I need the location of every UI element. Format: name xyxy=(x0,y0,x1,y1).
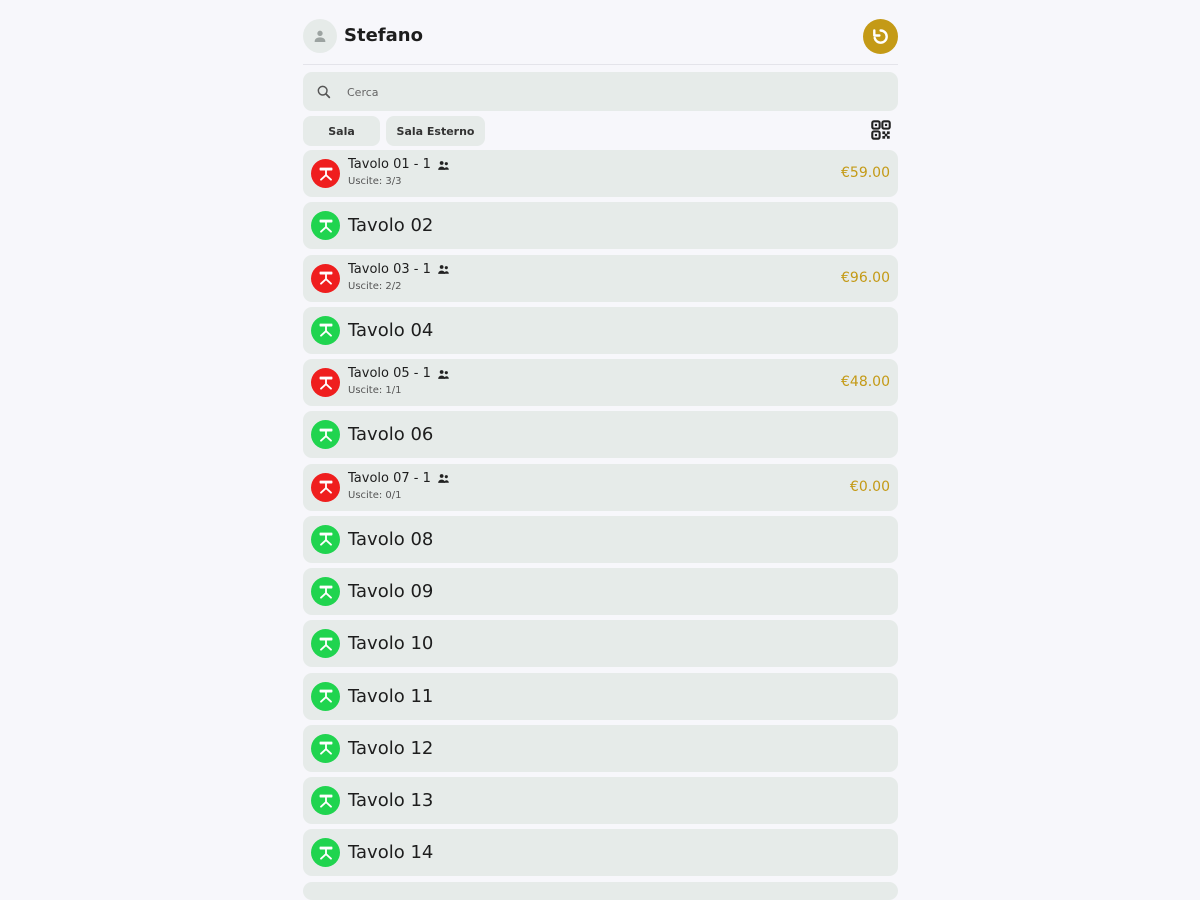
table-list: Tavolo 01 - 1 Uscite: 3/3 €59.00 Tavolo … xyxy=(303,150,898,900)
table-row[interactable]: Tavolo 08 xyxy=(303,515,898,563)
free-table-icon xyxy=(311,524,340,554)
user-icon xyxy=(314,30,326,42)
tables-screen: Stefano Sala Sala Esterno xyxy=(303,0,898,900)
occupied-table-icon xyxy=(311,263,340,293)
table-title: Tavolo 01 - 1 xyxy=(348,156,451,174)
courses-status: Uscite: 0/1 xyxy=(348,489,402,501)
table-row[interactable]: Tavolo 09 xyxy=(303,568,898,615)
table-row[interactable]: Tavolo 05 - 1 Uscite: 1/1 €48.00 xyxy=(303,359,898,406)
table-name: Tavolo 11 xyxy=(348,685,434,707)
search-bar[interactable] xyxy=(303,72,898,111)
app-header: Stefano xyxy=(303,0,898,65)
table-name: Tavolo 06 xyxy=(348,424,434,446)
search-icon xyxy=(317,85,331,99)
table-name: Tavolo 02 xyxy=(348,215,434,237)
table-amount: €96.00 xyxy=(841,269,890,286)
room-tab-sala-esterno[interactable]: Sala Esterno xyxy=(386,116,485,146)
table-row[interactable]: Tavolo 12 xyxy=(303,724,898,772)
table-row[interactable]: Tavolo 07 - 1 Uscite: 0/1 €0.00 xyxy=(303,463,898,511)
qr-code-icon[interactable] xyxy=(870,119,892,141)
courses-status: Uscite: 1/1 xyxy=(348,385,402,396)
table-title-text: Tavolo 03 - 1 xyxy=(348,261,431,277)
table-name: Tavolo 04 xyxy=(348,319,434,341)
user-name: Stefano xyxy=(344,25,423,46)
people-icon xyxy=(438,265,449,274)
table-name: Tavolo 08 xyxy=(348,528,434,550)
table-row[interactable]: Tavolo 02 xyxy=(303,202,898,250)
table-row xyxy=(303,881,898,900)
courses-status: Uscite: 3/3 xyxy=(348,176,402,187)
table-title: Tavolo 03 - 1 xyxy=(348,261,451,279)
table-title-text: Tavolo 05 - 1 xyxy=(348,366,431,381)
table-title-text: Tavolo 01 - 1 xyxy=(348,157,431,172)
free-table-icon xyxy=(311,681,340,711)
refresh-button[interactable] xyxy=(863,19,898,54)
table-row[interactable]: Tavolo 01 - 1 Uscite: 3/3 €59.00 xyxy=(303,150,898,197)
table-name: Tavolo 14 xyxy=(348,842,434,864)
table-row[interactable]: Tavolo 11 xyxy=(303,672,898,720)
table-amount: €0.00 xyxy=(849,478,890,495)
table-title-text: Tavolo 07 - 1 xyxy=(348,470,431,486)
occupied-table-icon xyxy=(311,159,340,188)
room-tab-sala[interactable]: Sala xyxy=(303,116,380,146)
table-amount: €48.00 xyxy=(841,374,890,390)
table-title: Tavolo 07 - 1 xyxy=(348,470,451,488)
table-row[interactable]: Tavolo 14 xyxy=(303,829,898,877)
people-icon xyxy=(438,474,449,483)
table-name: Tavolo 12 xyxy=(348,737,434,759)
search-input[interactable] xyxy=(345,81,879,104)
table-row[interactable]: Tavolo 06 xyxy=(303,411,898,459)
table-title: Tavolo 05 - 1 xyxy=(348,365,451,383)
table-amount: €59.00 xyxy=(841,165,890,181)
table-row[interactable]: Tavolo 13 xyxy=(303,777,898,824)
free-table-icon xyxy=(311,629,340,659)
table-name: Tavolo 13 xyxy=(348,790,434,811)
table-name: Tavolo 10 xyxy=(348,633,434,655)
table-name: Tavolo 09 xyxy=(348,581,434,602)
free-table-icon xyxy=(311,733,340,763)
free-table-icon xyxy=(311,211,340,241)
courses-status: Uscite: 2/2 xyxy=(348,280,402,292)
table-row[interactable]: Tavolo 03 - 1 Uscite: 2/2 €96.00 xyxy=(303,254,898,302)
free-table-icon xyxy=(311,420,340,450)
avatar[interactable] xyxy=(303,19,337,53)
table-row[interactable]: Tavolo 04 xyxy=(303,306,898,354)
people-icon xyxy=(438,160,449,170)
free-table-icon xyxy=(311,315,340,345)
people-icon xyxy=(438,369,449,379)
free-table-icon xyxy=(311,577,340,606)
free-table-icon xyxy=(311,786,340,815)
occupied-table-icon xyxy=(311,368,340,397)
table-row[interactable]: Tavolo 10 xyxy=(303,620,898,668)
occupied-table-icon xyxy=(311,472,340,502)
free-table-icon xyxy=(311,838,340,868)
refresh-icon xyxy=(863,19,898,54)
